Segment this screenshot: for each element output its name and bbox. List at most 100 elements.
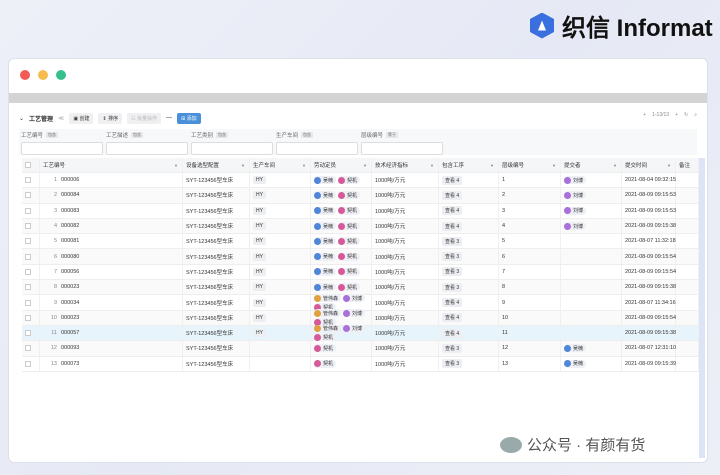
person-tag[interactable]: 管伟森: [314, 294, 342, 303]
filter-operator[interactable]: 包含: [301, 132, 314, 138]
filter-input[interactable]: [361, 142, 443, 155]
column-header[interactable]: 设备选型配置: [186, 161, 219, 169]
person-tag[interactable]: 契机: [314, 359, 337, 368]
person-tag[interactable]: 吴楠: [314, 191, 337, 200]
person-tag[interactable]: 契机: [338, 176, 361, 185]
process-id[interactable]: 000082: [61, 223, 79, 229]
row-checkbox[interactable]: [25, 223, 31, 230]
text[interactable]: 查看 4: [442, 313, 463, 323]
filter-operator[interactable]: 包含: [46, 132, 59, 138]
person-tag[interactable]: 契机: [314, 344, 337, 353]
scrollbar[interactable]: [699, 158, 705, 458]
chevron-down-icon[interactable]: ▼: [430, 163, 434, 168]
row-checkbox[interactable]: [25, 345, 31, 352]
column-header[interactable]: 生产车间: [253, 161, 275, 169]
person-tag[interactable]: 吴楠: [564, 359, 587, 368]
text[interactable]: 查看 3: [442, 267, 463, 277]
person-tag[interactable]: 契机: [338, 191, 361, 200]
text[interactable]: 查看 4: [442, 298, 463, 308]
next-icon[interactable]: +: [675, 112, 678, 118]
process-id[interactable]: 000080: [61, 254, 79, 260]
person-tag[interactable]: 契机: [338, 267, 361, 276]
person-tag[interactable]: 吴楠: [314, 252, 337, 261]
filter-input[interactable]: [191, 142, 273, 155]
row-checkbox[interactable]: [25, 268, 31, 275]
person-tag[interactable]: 吴楠: [314, 267, 337, 276]
filter-operator[interactable]: 等于: [386, 132, 399, 138]
process-id[interactable]: 000093: [61, 345, 79, 351]
chevron-down-icon[interactable]: ▼: [174, 163, 178, 168]
process-id[interactable]: 000034: [61, 300, 79, 306]
share-icon[interactable]: ≪: [58, 115, 64, 122]
person-tag[interactable]: 吴楠: [314, 176, 337, 185]
person-tag[interactable]: 刘博: [343, 294, 366, 303]
person-tag[interactable]: 契机: [338, 237, 361, 246]
refresh-icon[interactable]: ↻: [684, 112, 688, 118]
process-id[interactable]: 000056: [61, 269, 79, 275]
close-dot[interactable]: [20, 70, 30, 80]
table-row[interactable]: 13 000073 SYT-123456型车床 契机 1000吨/万元 查看 3 13 吴楠 2…: [22, 356, 699, 372]
row-checkbox[interactable]: [25, 177, 31, 184]
chevron-down-icon[interactable]: ▼: [490, 163, 494, 168]
table-row[interactable]: 12 000093 SYT-123456型车床 契机 1000吨/万元 查看 3 12 吴楠 2…: [22, 341, 699, 357]
person-tag[interactable]: 刘博: [343, 309, 366, 318]
table-row[interactable]: 1 000006 SYT-123456型车床 HY 吴楠 契机 1000吨/万元 查看 4 1 刘…: [22, 173, 699, 189]
add-button[interactable]: ⊞ 添加: [176, 112, 201, 124]
text[interactable]: 查看 3: [442, 343, 463, 353]
row-checkbox[interactable]: [25, 207, 31, 214]
filter-operator[interactable]: 包含: [216, 132, 229, 138]
text[interactable]: 查看 3: [442, 359, 463, 369]
chevron-down-icon[interactable]: ▼: [667, 163, 671, 168]
column-header[interactable]: 包含工序: [442, 161, 464, 169]
column-header[interactable]: 备注: [679, 161, 690, 169]
batch-button[interactable]: ☷ 批量操作: [127, 112, 161, 124]
person-tag[interactable]: 契机: [338, 206, 361, 215]
process-id[interactable]: 000083: [61, 208, 79, 214]
person-tag[interactable]: 吴楠: [314, 222, 337, 231]
row-checkbox[interactable]: [25, 330, 31, 337]
process-id[interactable]: 000073: [61, 361, 79, 367]
process-id[interactable]: 000006: [61, 177, 79, 183]
column-header[interactable]: 层级编号: [502, 161, 524, 169]
sort-button[interactable]: ⇕ 排序: [98, 112, 123, 124]
person-tag[interactable]: 刘博: [564, 191, 587, 200]
filter-operator[interactable]: 包含: [131, 132, 144, 138]
table-row[interactable]: 6 000080 SYT-123456型车床 HY 吴楠 契机 1000吨/万元 查看 3 6 2…: [22, 249, 699, 265]
column-header[interactable]: 劳动定员: [314, 161, 336, 169]
column-header[interactable]: 提交者: [564, 161, 581, 169]
chevron-down-icon[interactable]: ▼: [552, 163, 556, 168]
process-id[interactable]: 000084: [61, 192, 79, 198]
person-tag[interactable]: 刘博: [564, 176, 587, 185]
person-tag[interactable]: 吴楠: [314, 237, 337, 246]
chevron-down-icon[interactable]: ▼: [363, 163, 367, 168]
prev-icon[interactable]: +: [643, 112, 646, 118]
table-row[interactable]: 11 000057 SYT-123456型车床 HY 管伟森 刘博 契机 1000吨/万元 查看…: [22, 324, 699, 342]
table-row[interactable]: 2 000084 SYT-123456型车床 HY 吴楠 契机 1000吨/万元 查看 4 2 刘…: [22, 188, 699, 204]
table-row[interactable]: 3 000083 SYT-123456型车床 HY 吴楠 契机 1000吨/万元 查看 4 3 刘…: [22, 203, 699, 219]
chevron-down-icon[interactable]: ▼: [241, 163, 245, 168]
person-tag[interactable]: 管伟森: [314, 309, 342, 318]
row-checkbox[interactable]: [25, 360, 31, 367]
row-checkbox[interactable]: [25, 253, 31, 260]
collapse-icon[interactable]: ⌄: [19, 115, 24, 122]
person-tag[interactable]: 契机: [338, 283, 361, 292]
text[interactable]: 查看 4: [442, 190, 463, 200]
filter-input[interactable]: [21, 142, 103, 155]
select-all-checkbox[interactable]: [25, 162, 31, 168]
row-checkbox[interactable]: [25, 192, 31, 199]
person-tag[interactable]: 刘博: [343, 324, 366, 333]
text[interactable]: 查看 3: [442, 282, 463, 292]
process-id[interactable]: 000081: [61, 238, 79, 244]
filter-input[interactable]: [276, 142, 358, 155]
column-header[interactable]: 技术经济指标: [375, 161, 408, 169]
person-tag[interactable]: 吴楠: [314, 283, 337, 292]
person-tag[interactable]: 刘博: [564, 222, 587, 231]
process-id[interactable]: 000023: [61, 284, 79, 290]
person-tag[interactable]: 契机: [338, 222, 361, 231]
process-id[interactable]: 000023: [61, 315, 79, 321]
text[interactable]: 查看 4: [442, 328, 463, 338]
person-tag[interactable]: 管伟森: [314, 324, 342, 333]
create-button[interactable]: ▣ 创建: [69, 112, 94, 124]
row-checkbox[interactable]: [25, 314, 31, 321]
text[interactable]: 查看 3: [442, 252, 463, 262]
